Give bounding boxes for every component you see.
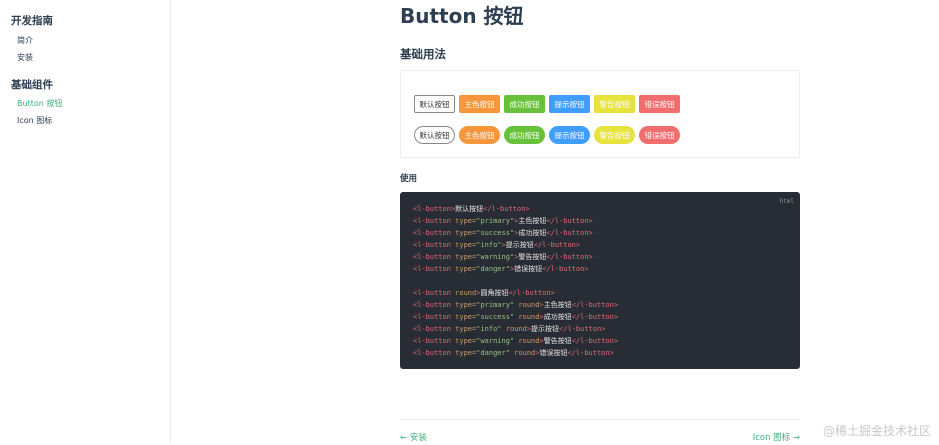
usage-title: 使用 xyxy=(400,174,418,184)
danger-button[interactable]: 错误按钮 xyxy=(639,95,680,113)
page-title: Button 按钮 xyxy=(400,4,524,28)
page-nav: ← 安装 Icon 图标 → xyxy=(400,419,800,445)
round-info-button[interactable]: 提示按钮 xyxy=(549,126,590,144)
code-line: <l-button type="danger">错误按钮</l-button> xyxy=(413,265,589,273)
code-line: <l-button type="warning">警告按钮</l-button> xyxy=(413,253,593,261)
code-line: <l-button type="warning" round>警告按钮</l-b… xyxy=(413,337,619,345)
code-language-label: html xyxy=(779,198,794,205)
code-line: <l-button type="danger" round>错误按钮</l-bu… xyxy=(413,349,614,357)
round-danger-button[interactable]: 错误按钮 xyxy=(639,126,680,144)
round-default-button[interactable]: 默认按钮 xyxy=(414,126,455,144)
round-success-button[interactable]: 成功按钮 xyxy=(504,126,545,144)
warning-button[interactable]: 警告按钮 xyxy=(594,95,635,113)
sidebar-item-intro[interactable]: 简介 xyxy=(17,35,33,46)
code-line: <l-button>默认按钮</l-button> xyxy=(413,205,530,213)
sidebar-item-install[interactable]: 安装 xyxy=(17,52,33,63)
round-primary-button[interactable]: 主色按钮 xyxy=(459,126,500,144)
prev-page-link[interactable]: ← 安装 xyxy=(400,431,427,443)
primary-button[interactable]: 主色按钮 xyxy=(459,95,500,113)
code-line: <l-button type="success" round>成功按钮</l-b… xyxy=(413,313,619,321)
code-line: <l-button type="success">成功按钮</l-button> xyxy=(413,229,593,237)
sidebar-group-title-guide: 开发指南 xyxy=(11,15,53,27)
code-block: html <l-button>默认按钮</l-button> <l-button … xyxy=(400,192,800,369)
section-title: 基础用法 xyxy=(400,47,446,61)
code-line: <l-button round>圆角按钮</l-button> xyxy=(413,289,555,297)
button-row-round: 默认按钮 主色按钮 成功按钮 提示按钮 警告按钮 错误按钮 xyxy=(414,126,680,144)
code-line: <l-button type="primary">主色按钮</l-button> xyxy=(413,217,593,225)
sidebar-item-button[interactable]: Button 按钮 xyxy=(17,98,62,109)
watermark: @稀土掘金技术社区 xyxy=(822,424,931,438)
default-button[interactable]: 默认按钮 xyxy=(414,95,455,113)
sidebar-group-title-components: 基础组件 xyxy=(11,79,53,91)
info-button[interactable]: 提示按钮 xyxy=(549,95,590,113)
success-button[interactable]: 成功按钮 xyxy=(504,95,545,113)
next-page-link[interactable]: Icon 图标 → xyxy=(753,431,800,443)
button-row-square: 默认按钮 主色按钮 成功按钮 提示按钮 警告按钮 错误按钮 xyxy=(414,95,680,113)
sidebar-item-icon[interactable]: Icon 图标 xyxy=(17,115,52,126)
demo-box: 默认按钮 主色按钮 成功按钮 提示按钮 警告按钮 错误按钮 默认按钮 主色按钮 成功按钮 提示按… xyxy=(400,70,800,158)
code-line: <l-button type="info">提示按钮</l-button> xyxy=(413,241,581,249)
sidebar: 开发指南 简介 安装 基础组件 Button 按钮 Icon 图标 xyxy=(0,0,171,444)
round-warning-button[interactable]: 警告按钮 xyxy=(594,126,635,144)
code-line: <l-button type="info" round>提示按钮</l-butt… xyxy=(413,325,606,333)
code-line: <l-button type="primary" round>主色按钮</l-b… xyxy=(413,301,619,309)
